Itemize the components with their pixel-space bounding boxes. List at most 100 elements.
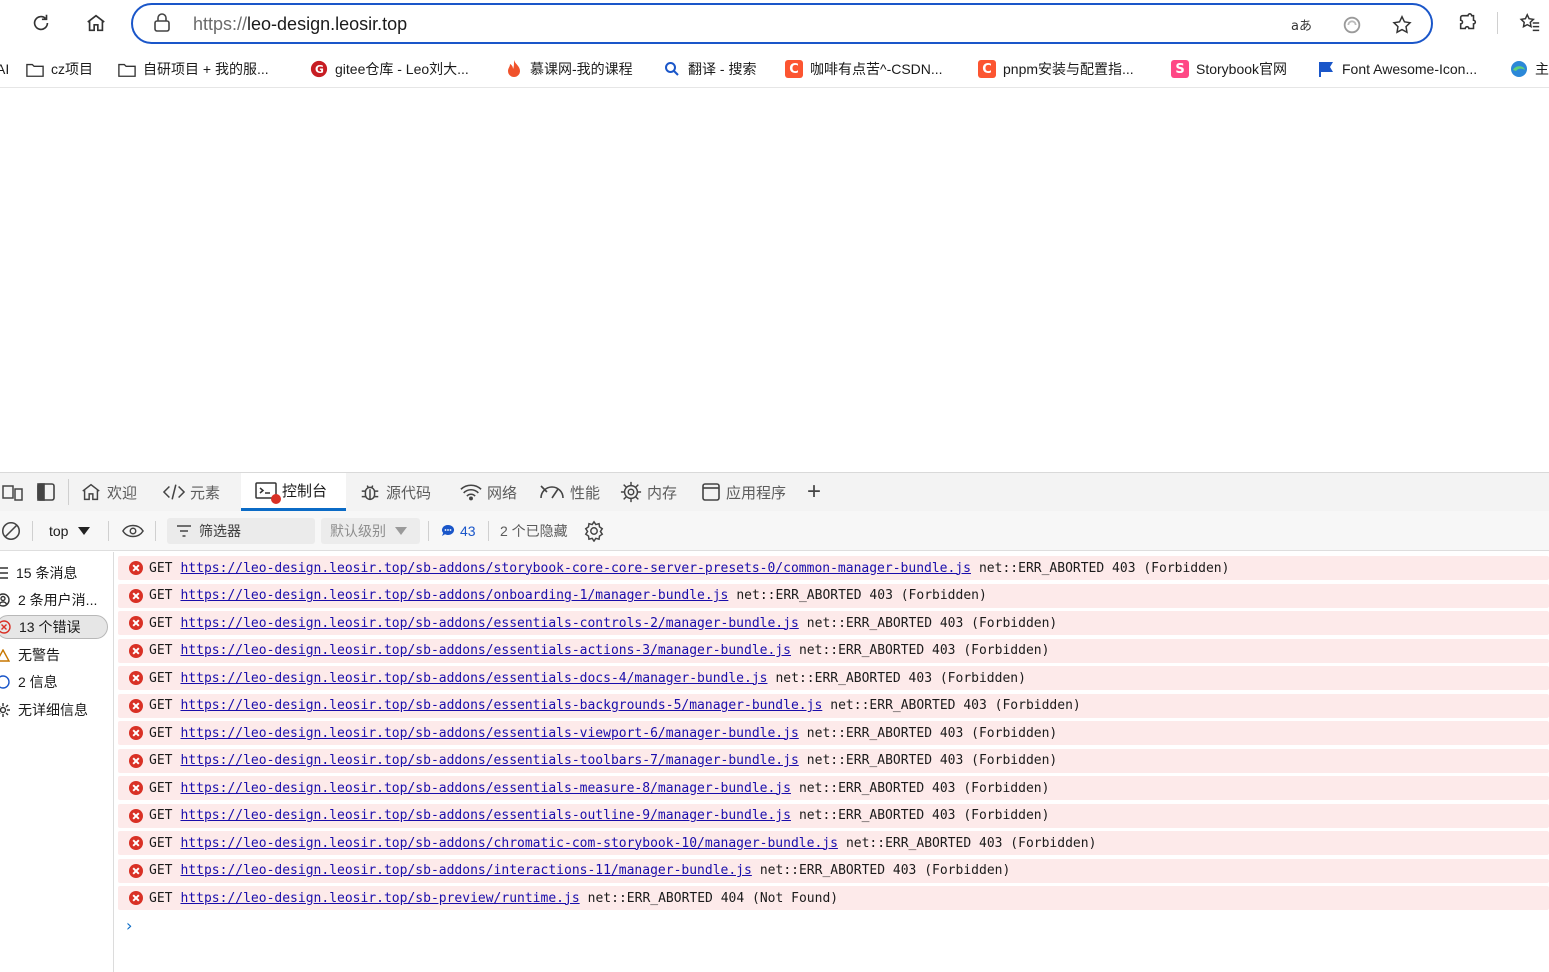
favorites-icon[interactable] <box>1514 7 1546 39</box>
request-url-link[interactable]: https://leo-design.leosir.top/sb-addons/… <box>180 863 751 878</box>
request-method: GET <box>149 615 173 631</box>
sidebar-item-messages[interactable]: 15 条消息 <box>0 561 77 585</box>
console-error-row: GET https://leo-design.leosir.top/sb-addo… <box>118 611 1549 635</box>
lock-icon[interactable] <box>153 13 171 38</box>
devtools-tab-bar: 欢迎 元素 控制台 源代码 网络 性能 内存 应用程序 + <box>0 472 1549 511</box>
tab-elements[interactable]: 元素 <box>163 473 220 511</box>
address-bar[interactable]: https://leo-design.leosir.top aあ <box>131 3 1433 44</box>
error-message: net::ERR_ABORTED 403 (Forbidden) <box>978 560 1230 576</box>
tab-welcome[interactable]: 欢迎 <box>80 473 137 511</box>
bookmark-translate[interactable]: 翻译 - 搜索 <box>663 58 756 80</box>
warning-icon <box>0 648 10 662</box>
list-icon <box>0 567 8 579</box>
bookmark-csdn-coffee[interactable]: C 咖啡有点苦^-CSDN... <box>785 58 943 80</box>
request-url-link[interactable]: https://leo-design.leosir.top/sb-addons/… <box>180 698 822 713</box>
device-emulation-icon[interactable] <box>2 473 24 511</box>
tab-console[interactable]: 控制台 <box>241 473 346 511</box>
request-method: GET <box>149 753 173 768</box>
console-error-row: GET https://leo-design.leosir.top/sb-addo… <box>118 803 1549 828</box>
bookmark-main[interactable]: 主 <box>1510 58 1549 80</box>
request-url-link[interactable]: https://leo-design.leosir.top/sb-addons/… <box>180 616 798 631</box>
refresh-icon[interactable] <box>25 7 57 39</box>
request-url-link[interactable]: https://leo-design.leosir.top/sb-addons/… <box>180 588 728 603</box>
error-icon <box>129 753 143 768</box>
clear-console-icon[interactable] <box>0 511 22 551</box>
error-message: net::ERR_ABORTED 403 (Forbidden) <box>798 643 1050 658</box>
error-message: net::ERR_ABORTED 404 (Not Found) <box>587 890 839 906</box>
request-url-link[interactable]: https://leo-design.leosir.top/sb-preview… <box>180 891 579 906</box>
bookmark-storybook[interactable]: S Storybook官网 <box>1171 58 1287 80</box>
error-icon <box>129 808 143 823</box>
log-level-dropdown[interactable]: 默认级别 <box>321 518 420 544</box>
bookmark-pnpm[interactable]: C pnpm安装与配置指... <box>978 58 1134 80</box>
flame-icon <box>505 60 523 78</box>
error-message: net::ERR_ABORTED 403 (Forbidden) <box>775 670 1026 686</box>
toolbar-divider <box>1497 12 1498 34</box>
request-method: GET <box>149 780 173 796</box>
tab-memory[interactable]: 内存 <box>620 473 677 511</box>
console-error-row: GET https://leo-design.leosir.top/sb-addo… <box>118 748 1549 773</box>
sidebar-item-errors[interactable]: 13 个错误 <box>0 615 108 639</box>
request-method: GET <box>149 863 173 878</box>
request-url-link[interactable]: https://leo-design.leosir.top/sb-addons/… <box>180 836 837 851</box>
svg-text:aあ: aあ <box>1291 19 1312 33</box>
add-tab-button[interactable]: + <box>807 473 821 511</box>
bookmark-cz-project[interactable]: cz项目 <box>26 58 93 80</box>
bookmark-font-awesome[interactable]: Font Awesome-Icon... <box>1317 58 1477 80</box>
tab-network[interactable]: 网络 <box>460 473 517 511</box>
error-message: net::ERR_ABORTED 403 (Forbidden) <box>798 780 1050 796</box>
error-icon <box>129 561 143 575</box>
request-url-link[interactable]: https://leo-design.leosir.top/sb-addons/… <box>180 808 790 823</box>
dock-side-icon[interactable] <box>36 473 56 511</box>
caret-down-icon <box>395 527 407 535</box>
url-text[interactable]: https://leo-design.leosir.top <box>193 14 407 35</box>
request-url-link[interactable]: https://leo-design.leosir.top/sb-addons/… <box>180 726 798 741</box>
error-message: net::ERR_ABORTED 403 (Forbidden) <box>736 588 987 603</box>
context-selector[interactable]: top <box>49 511 91 551</box>
filter-input[interactable]: 筛选器 <box>167 518 315 544</box>
request-url-link[interactable]: https://leo-design.leosir.top/sb-addons/… <box>180 781 790 796</box>
live-expression-eye-icon[interactable] <box>122 511 144 551</box>
request-url-link[interactable]: https://leo-design.leosir.top/sb-addons/… <box>180 671 767 686</box>
code-icon <box>163 484 185 500</box>
request-url-link[interactable]: https://leo-design.leosir.top/sb-addons/… <box>180 753 798 768</box>
chip-icon <box>620 481 642 503</box>
bookmark-gitee[interactable]: G gitee仓库 - Leo刘大... <box>310 58 469 80</box>
sidebar-item-verbose[interactable]: 无详细信息 <box>0 698 88 722</box>
home-icon[interactable] <box>80 7 112 39</box>
console-settings-gear-icon[interactable] <box>583 511 605 551</box>
console-error-row: GET https://leo-design.leosir.top/sb-prev… <box>118 886 1549 910</box>
tab-performance[interactable]: 性能 <box>539 473 600 511</box>
request-method: GET <box>149 890 173 906</box>
bookmark-imooc[interactable]: 慕课网-我的课程 <box>505 58 633 80</box>
message-count-badge[interactable]: 43 <box>441 511 476 551</box>
sidebar-item-user-messages[interactable]: 2 条用户消... <box>0 588 97 612</box>
bookmark-self-project[interactable]: 自研项目 + 我的服... <box>118 58 269 80</box>
toolbar-separator <box>155 521 156 541</box>
bookmark-ai[interactable]: AI <box>0 58 9 80</box>
request-method: GET <box>149 835 173 851</box>
tab-sources[interactable]: 源代码 <box>359 473 431 511</box>
request-url-link[interactable]: https://leo-design.leosir.top/sb-addons/… <box>180 643 790 658</box>
browser-essentials-icon[interactable] <box>1338 11 1366 39</box>
console-icon <box>255 481 281 504</box>
sidebar-item-info[interactable]: 2 信息 <box>0 670 58 694</box>
console-error-row: GET https://leo-design.leosir.top/sb-addo… <box>118 776 1549 800</box>
wifi-icon <box>460 484 482 501</box>
error-icon <box>129 643 143 658</box>
gauge-icon <box>540 485 564 499</box>
request-url-link[interactable]: https://leo-design.leosir.top/sb-addons/… <box>180 561 971 576</box>
sidebar-item-warnings[interactable]: 无警告 <box>0 643 60 667</box>
favorite-star-icon[interactable] <box>1388 11 1416 39</box>
error-message: net::ERR_ABORTED 403 (Forbidden) <box>806 725 1058 741</box>
gitee-icon: G <box>310 60 328 78</box>
folder-icon <box>118 60 136 78</box>
console-error-row: GET https://leo-design.leosir.top/sb-addo… <box>118 721 1549 745</box>
console-prompt[interactable]: › <box>126 916 132 935</box>
extensions-icon[interactable] <box>1452 7 1484 39</box>
info-icon <box>0 675 10 689</box>
console-error-row: GET https://leo-design.leosir.top/sb-addo… <box>118 858 1549 883</box>
error-icon <box>129 891 143 905</box>
read-aloud-icon[interactable]: aあ <box>1288 11 1316 39</box>
tab-application[interactable]: 应用程序 <box>701 473 786 511</box>
